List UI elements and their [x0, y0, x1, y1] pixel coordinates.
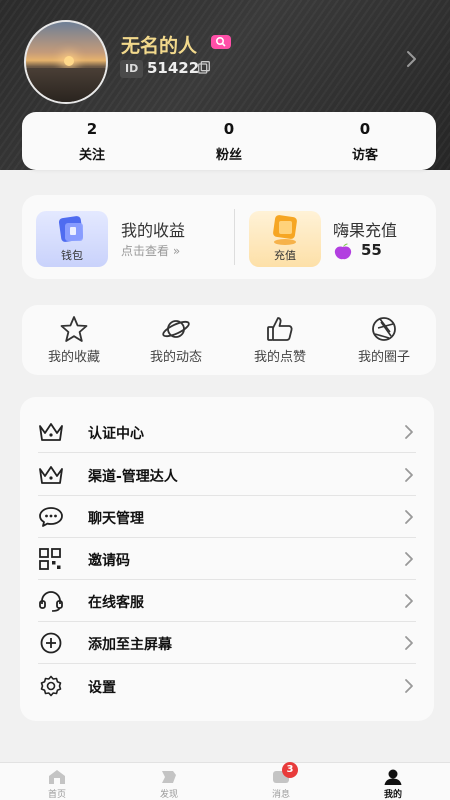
- tab-messages[interactable]: 消息: [251, 768, 311, 800]
- chevron-right-icon: [405, 425, 413, 439]
- stat-visitors[interactable]: 0 访客: [320, 120, 410, 163]
- menu-label: 添加至主屏幕: [88, 637, 172, 653]
- star-icon: [60, 316, 88, 342]
- chevron-right-icon: [405, 468, 413, 482]
- income-title[interactable]: 我的收益: [121, 217, 185, 241]
- menu-item-customer-service[interactable]: 在线客服: [38, 580, 416, 622]
- stat-followers[interactable]: 0 粉丝: [184, 120, 274, 163]
- gear-icon: [40, 675, 62, 697]
- recharge-tile[interactable]: 充值: [249, 211, 321, 267]
- menu-item-settings[interactable]: 设置: [38, 665, 416, 707]
- menu-label: 邀请码: [88, 553, 130, 569]
- avatar-shore: [26, 68, 106, 102]
- bottom-tab-bar: 首页 发现 消息 我的: [0, 762, 450, 800]
- chevron-right-icon: [405, 552, 413, 566]
- wallet-tile[interactable]: 钱包: [36, 211, 108, 267]
- copy-icon[interactable]: [198, 61, 210, 74]
- wallet-icon: [58, 216, 84, 242]
- nickname: 无名的人: [121, 35, 198, 57]
- planet-icon: [162, 320, 190, 338]
- recharge-icon: [273, 215, 297, 245]
- tab-label: 发现: [159, 790, 178, 800]
- shortcut-likes[interactable]: 我的点赞: [238, 315, 322, 365]
- tab-label: 首页: [47, 790, 66, 800]
- avatar[interactable]: [24, 20, 108, 104]
- chevron-right-icon: [405, 636, 413, 650]
- shortcut-label: 我的收藏: [47, 350, 100, 365]
- plus-circle-icon: [40, 632, 62, 654]
- recharge-title[interactable]: 嗨果充值: [333, 217, 397, 241]
- menu-item-invite-code[interactable]: 邀请码: [38, 538, 416, 580]
- aperture-icon: [372, 317, 396, 341]
- recharge-tile-label: 充值: [274, 249, 296, 262]
- chat-icon: [39, 507, 63, 527]
- menu-label: 认证中心: [88, 426, 144, 442]
- discover-icon: [162, 771, 176, 783]
- menu-label: 在线客服: [88, 595, 144, 611]
- shortcut-label: 我的圈子: [357, 350, 410, 365]
- qr-code-icon: [39, 548, 61, 570]
- stat-value: 0: [223, 120, 235, 138]
- menu-label: 聊天管理: [88, 511, 144, 527]
- avatar-sun: [64, 56, 74, 66]
- menu-label: 渠道-管理达人: [88, 469, 178, 485]
- stat-value: 0: [359, 120, 371, 138]
- message-count-badge: 3: [282, 762, 298, 778]
- shortcut-label: 我的点赞: [253, 350, 306, 365]
- wallet-card: 钱包 我的收益 点击查看 » 充值 嗨果充值: [22, 195, 436, 279]
- menu-item-verification[interactable]: 认证中心: [38, 411, 416, 453]
- shortcut-favorites[interactable]: 我的收藏: [32, 315, 116, 365]
- coin-balance: 55: [361, 241, 382, 259]
- chevron-right-icon: [405, 679, 413, 693]
- peach-icon: [334, 243, 352, 260]
- stat-label: 粉丝: [215, 148, 242, 163]
- shortcut-label: 我的动态: [149, 350, 202, 365]
- profile-icon: [384, 769, 402, 785]
- shortcut-circles[interactable]: 我的圈子: [342, 315, 426, 365]
- id-tag: ID: [120, 60, 144, 78]
- shortcuts-card: 我的收藏 我的动态 我的点赞 我的圈子: [22, 305, 436, 375]
- tab-profile[interactable]: 我的: [363, 768, 423, 800]
- headset-icon: [39, 591, 63, 612]
- tab-label: 我的: [383, 790, 402, 800]
- menu-item-channel[interactable]: 渠道-管理达人: [38, 454, 416, 496]
- user-id: 51422: [147, 59, 200, 77]
- wallet-tile-label: 钱包: [61, 249, 83, 262]
- tab-discover[interactable]: 发现: [139, 768, 199, 800]
- chevron-right-icon[interactable]: [406, 50, 418, 68]
- stat-value: 2: [86, 120, 98, 138]
- crown-icon: [39, 423, 63, 441]
- chevron-right-icon: [405, 510, 413, 524]
- settings-menu: 认证中心 渠道-管理达人 聊天管理 邀请码 在线客服 添加至主屏幕 设置: [20, 397, 434, 721]
- crown-icon: [39, 466, 63, 484]
- search-badge-icon: [211, 35, 231, 49]
- tab-label: 消息: [271, 790, 290, 800]
- shortcut-posts[interactable]: 我的动态: [134, 315, 218, 365]
- menu-item-add-to-home[interactable]: 添加至主屏幕: [38, 622, 416, 664]
- menu-label: 设置: [88, 680, 116, 696]
- tab-home[interactable]: 首页: [27, 768, 87, 800]
- chevron-right-icon: [405, 594, 413, 608]
- stats-card: 2 关注 0 粉丝 0 访客: [22, 112, 436, 170]
- home-icon: [49, 770, 65, 784]
- divider: [234, 209, 235, 265]
- menu-item-chat[interactable]: 聊天管理: [38, 496, 416, 538]
- stat-label: 访客: [351, 148, 378, 163]
- income-view-link[interactable]: 点击查看 »: [121, 242, 180, 259]
- stat-label: 关注: [78, 148, 105, 163]
- thumbs-up-icon: [267, 317, 293, 341]
- stat-following[interactable]: 2 关注: [47, 120, 137, 163]
